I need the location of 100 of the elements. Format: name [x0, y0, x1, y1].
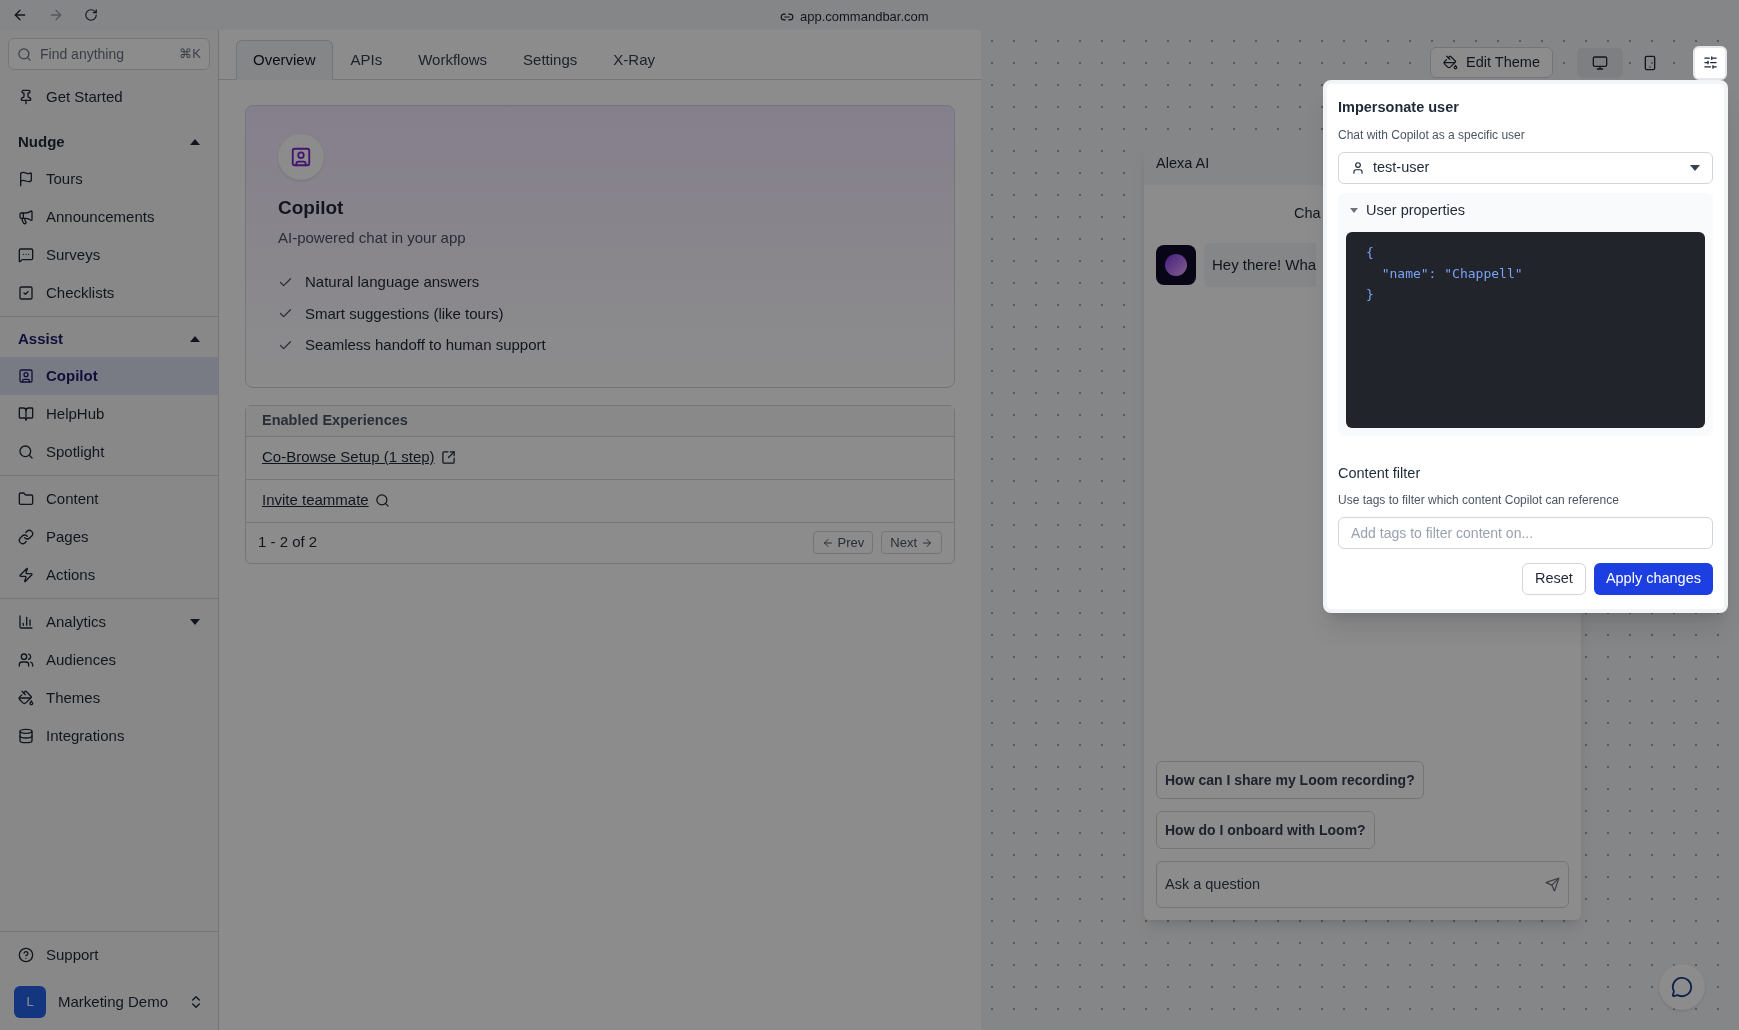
tab[interactable]: X-Ray	[595, 40, 673, 80]
filter-title: Content filter	[1338, 463, 1422, 483]
sidebar-item[interactable]: Pages	[0, 518, 218, 556]
nav-icon	[18, 368, 34, 384]
reset-button[interactable]: Reset	[1522, 562, 1586, 595]
row-icon	[374, 493, 390, 508]
nav-icon	[18, 406, 34, 422]
chat-bubble-icon	[1671, 976, 1693, 998]
chat-message: Hey there! Wha	[1204, 243, 1317, 287]
section-title: Nudge	[18, 131, 65, 152]
card-title: Copilot	[278, 196, 345, 220]
table-header: Enabled Experiences	[246, 405, 954, 437]
arrow-right-icon	[921, 536, 933, 549]
arrow-left-icon	[821, 536, 834, 549]
sidebar-item[interactable]: Actions	[0, 556, 218, 594]
code-line: }	[1366, 285, 1375, 304]
chat-title: Alexa AI	[1156, 154, 1210, 174]
experience-link[interactable]: Co-Browse Setup (1 step)	[262, 446, 435, 469]
prev-button[interactable]: Prev	[812, 531, 874, 554]
sidebar-item[interactable]: Announcements	[0, 198, 218, 236]
sidebar-item[interactable]: HelpHub	[0, 395, 218, 433]
section-title: Assist	[18, 328, 64, 349]
bot-avatar	[1156, 245, 1196, 285]
device-toggle[interactable]	[1577, 47, 1623, 78]
row-icon	[440, 450, 456, 465]
experience-link[interactable]: Invite teammate	[262, 489, 369, 512]
url-text[interactable]: app.commandbar.com	[800, 7, 929, 27]
caret-icon	[1690, 164, 1700, 171]
tab[interactable]: APIs	[332, 40, 401, 80]
support-link[interactable]: Support	[0, 936, 218, 974]
help-icon	[18, 947, 34, 963]
paint-bucket-icon	[1443, 55, 1459, 70]
back-icon[interactable]	[12, 7, 28, 23]
nav-icon	[18, 209, 34, 225]
chat-input[interactable]: Ask a question	[1165, 873, 1545, 896]
code-line: {	[1366, 243, 1375, 262]
properties-toggle[interactable]: User properties	[1346, 200, 1705, 221]
filter-subtitle: Use tags to filter which content Copilot can reference	[1338, 491, 1620, 509]
nav-icon	[18, 491, 34, 507]
chat-input-box[interactable]: Ask a question	[1156, 861, 1569, 908]
chat-launcher-button[interactable]	[1659, 964, 1705, 1010]
nav-icon	[18, 247, 34, 263]
popover-title: Impersonate user	[1338, 98, 1460, 117]
nav-icon	[18, 567, 34, 583]
sidebar-item[interactable]: Content	[0, 480, 218, 518]
code-editor[interactable]: { "name": "Chappell" }	[1346, 231, 1705, 428]
phone-icon	[1642, 54, 1658, 71]
tab[interactable]: Workflows	[400, 40, 506, 80]
feature-text: Seamless handoff to human support	[305, 335, 546, 355]
section-header[interactable]: Assist	[0, 321, 218, 357]
nav-icon	[18, 614, 34, 630]
workspace-avatar: L	[14, 986, 46, 1018]
user-icon	[1351, 160, 1365, 175]
sidebar-item[interactable]: Integrations	[0, 717, 218, 755]
apply-button[interactable]: Apply changes	[1593, 562, 1713, 595]
feature-text: Smart suggestions (like tours)	[305, 303, 504, 324]
pagination-range: 1 - 2 of 2	[258, 532, 318, 553]
sidebar-item[interactable]: Analytics	[0, 603, 218, 641]
nav-icon	[18, 89, 34, 105]
nav-icon	[18, 171, 34, 187]
tags-field[interactable]: Add tags to filter content on...	[1338, 516, 1713, 549]
section-header[interactable]: Nudge	[0, 124, 218, 160]
settings-button[interactable]	[1693, 45, 1727, 80]
sidebar-item[interactable]: Spotlight	[0, 433, 218, 471]
settings-icon	[1702, 55, 1718, 70]
nav-icon	[18, 444, 34, 460]
search-icon	[17, 46, 32, 62]
edit-theme-button[interactable]: Edit Theme	[1430, 47, 1553, 78]
shortcut-hint: ⌘K	[179, 45, 201, 64]
sidebar-item[interactable]: Surveys	[0, 236, 218, 274]
chat-greeting: Cha	[1294, 205, 1321, 221]
popover-subtitle: Chat with Copilot as a specific user	[1338, 126, 1526, 144]
suggestion-chip[interactable]: How do I onboard with Loom?	[1156, 811, 1375, 849]
nav-icon	[18, 652, 34, 668]
sidebar-item[interactable]: Copilot	[0, 357, 218, 395]
next-button[interactable]: Next	[881, 531, 942, 554]
nav-icon	[18, 690, 34, 706]
search-field[interactable]: Find anything	[40, 43, 172, 65]
sidebar-item[interactable]: Checklists	[0, 274, 218, 312]
nav-icon	[18, 728, 34, 744]
tab[interactable]: Settings	[505, 40, 596, 80]
user-select[interactable]: test-user	[1338, 151, 1713, 184]
monitor-icon	[1592, 54, 1608, 71]
send-icon[interactable]	[1545, 877, 1560, 892]
nav-icon	[18, 285, 34, 301]
sidebar-item[interactable]: Audiences	[0, 641, 218, 679]
sidebar-item[interactable]: Themes	[0, 679, 218, 717]
sidebar-item[interactable]: Get Started	[0, 78, 218, 116]
workspace-name: Marketing Demo	[58, 991, 170, 1012]
tab[interactable]: Overview	[236, 40, 333, 80]
workspace-switcher[interactable]: L Marketing Demo	[0, 974, 218, 1030]
code-line: "name": "Chappell"	[1380, 264, 1524, 283]
caret-icon	[1350, 208, 1358, 214]
suggestion-chip[interactable]: How can I share my Loom recording?	[1156, 761, 1424, 799]
search-box[interactable]: Find anything ⌘K	[8, 38, 210, 70]
card-subtitle: AI-powered chat in your app	[278, 227, 467, 248]
sidebar-item[interactable]: Tours	[0, 160, 218, 198]
nav-icon	[18, 529, 34, 545]
reload-icon[interactable]	[84, 8, 98, 22]
feature-text: Natural language answers	[305, 272, 480, 292]
